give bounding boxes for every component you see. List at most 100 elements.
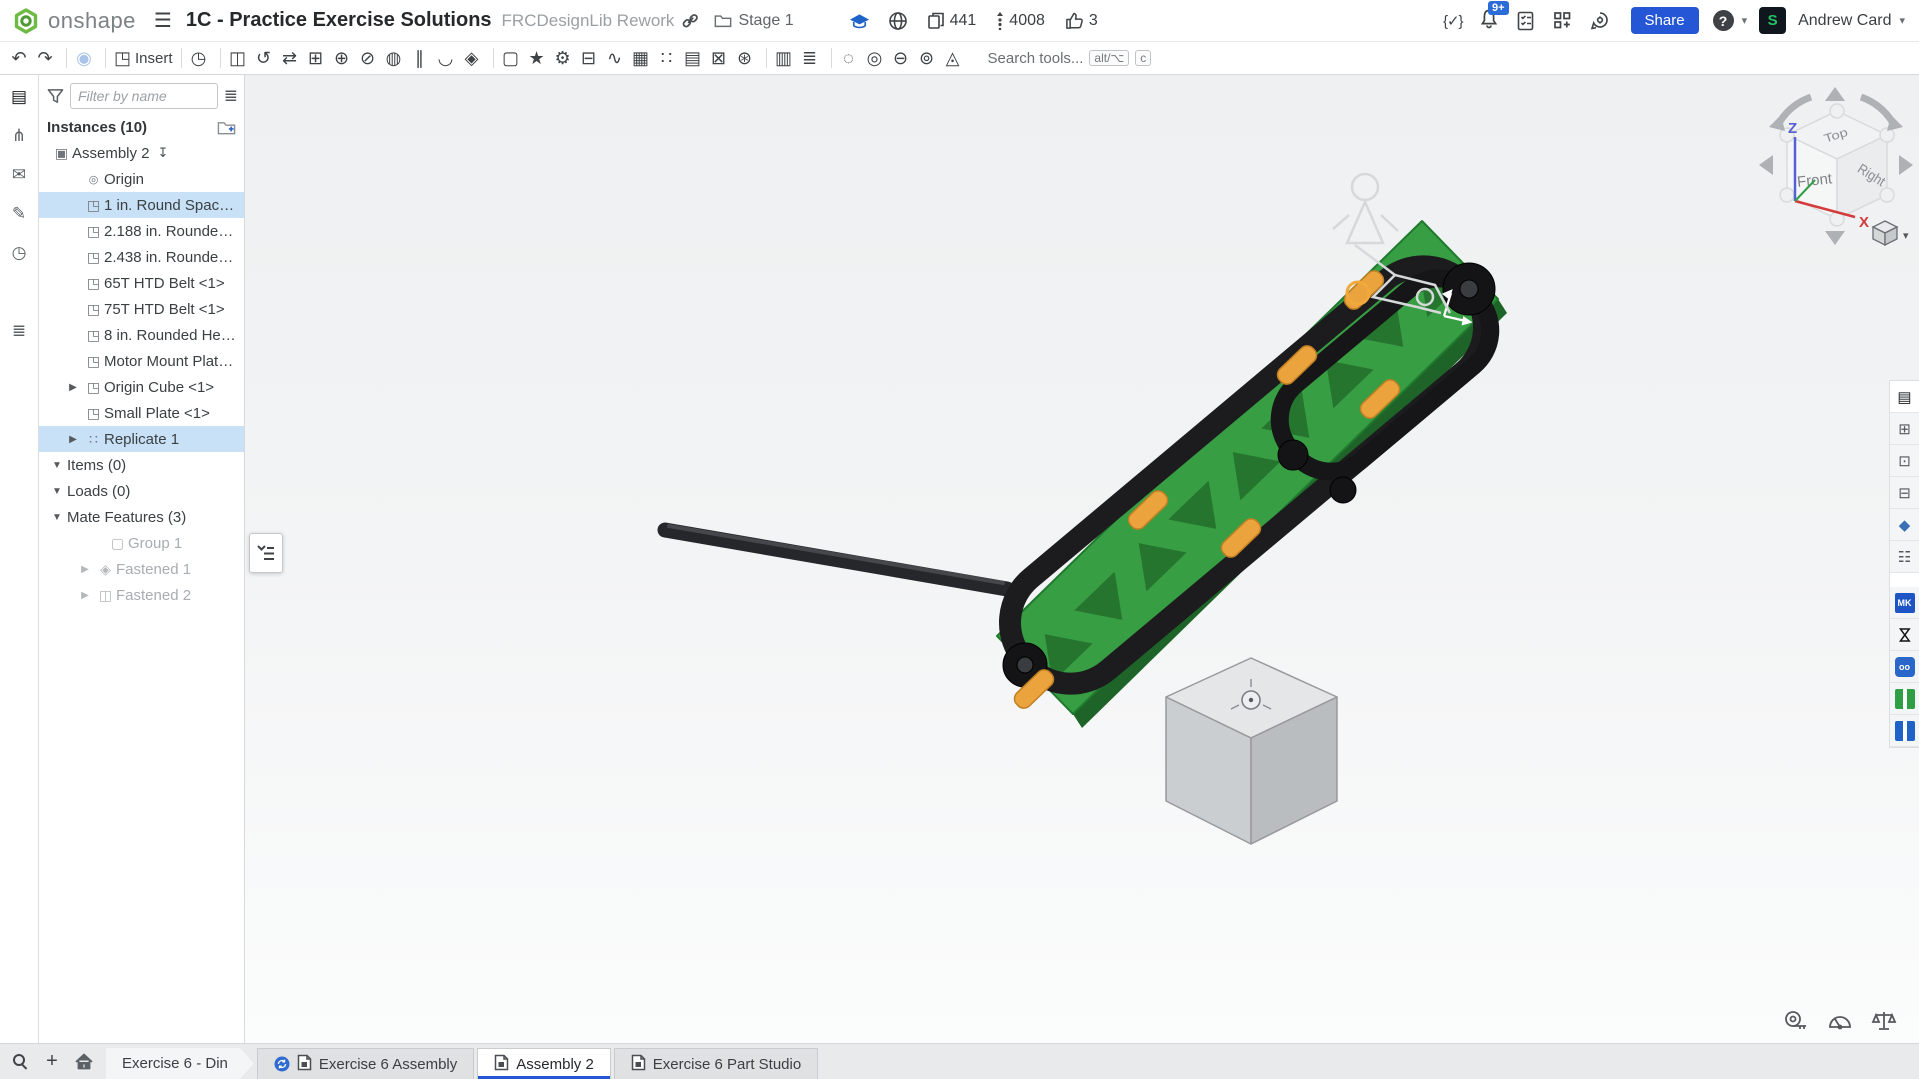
tree-row[interactable]: ▣ Assembly 2 ↧: [39, 140, 244, 166]
ai-advisor-icon[interactable]: [1590, 11, 1610, 31]
avatar[interactable]: S: [1759, 7, 1786, 34]
document-tab[interactable]: Exercise 6 Part Studio: [614, 1048, 818, 1079]
hex-shaft[interactable]: [665, 526, 1007, 589]
expand-chevron-icon[interactable]: ▼: [47, 512, 67, 523]
apps-grid-icon[interactable]: [1553, 11, 1572, 30]
release-notes-icon[interactable]: [1516, 11, 1535, 31]
versions-history-icon[interactable]: ⋔: [7, 124, 31, 148]
tree-row[interactable]: ▶ ∷ Replicate 1: [39, 426, 244, 452]
tree-row[interactable]: ◳ 65T HTD Belt <1>: [39, 270, 244, 296]
shortcut-keys-icon[interactable]: ☷: [1890, 541, 1919, 573]
parallel-mate-icon[interactable]: ∥: [409, 45, 435, 71]
mate-relation-icon[interactable]: ★: [526, 45, 552, 71]
replicate-icon[interactable]: ∷: [656, 45, 682, 71]
tree-row[interactable]: ◳ Motor Mount Plate <1>: [39, 348, 244, 374]
tree-row[interactable]: ▶ ◳ Origin Cube <1>: [39, 374, 244, 400]
cylindrical-mate-icon[interactable]: ⊕: [331, 45, 357, 71]
app-book-green-icon[interactable]: [1890, 683, 1919, 715]
planar-mate-icon[interactable]: ⊞: [305, 45, 331, 71]
scale-icon[interactable]: [1871, 1009, 1897, 1033]
structure-edit-icon[interactable]: ≣: [799, 45, 825, 71]
learning-icon[interactable]: [849, 12, 870, 30]
circular-pattern-icon[interactable]: ⊛: [734, 45, 760, 71]
expand-chevron-icon[interactable]: ▶: [63, 434, 83, 445]
release-management-icon[interactable]: ✎: [7, 202, 31, 226]
filter-funnel-icon[interactable]: [47, 88, 64, 104]
part-dimensions-icon[interactable]: ⊡: [1890, 445, 1919, 477]
copies-stat[interactable]: 441: [927, 11, 977, 30]
tree-row[interactable]: ◳ Small Plate <1>: [39, 400, 244, 426]
view-options-cube-icon[interactable]: [1873, 221, 1897, 245]
group-icon[interactable]: ▢: [500, 45, 526, 71]
named-positions-icon[interactable]: ◷: [188, 45, 214, 71]
configurations-panel-icon[interactable]: ⊞: [1890, 413, 1919, 445]
tree-row[interactable]: ▢ Group 1: [39, 530, 244, 556]
undo-icon[interactable]: ↶: [8, 45, 34, 71]
new-folder-icon[interactable]: [217, 120, 236, 136]
new-tab-button[interactable]: +: [36, 1043, 68, 1079]
tree-row[interactable]: ◳ 1 in. Round Spacer <1>: [39, 192, 244, 218]
show-mates-icon[interactable]: ◎: [864, 45, 890, 71]
expand-chevron-icon[interactable]: ▶: [63, 382, 83, 393]
public-globe-icon[interactable]: [888, 11, 908, 31]
pin-slot-mate-icon[interactable]: ⊘: [357, 45, 383, 71]
protractor-icon[interactable]: [1827, 1009, 1853, 1033]
fastened-mate-icon[interactable]: ◫: [227, 45, 253, 71]
tree-row[interactable]: ◳ 8 in. Rounded Hex Sha...: [39, 322, 244, 348]
expand-chevron-icon[interactable]: ▶: [75, 590, 95, 601]
versions-stat[interactable]: 4008: [996, 11, 1045, 30]
redo-icon[interactable]: ↷: [34, 45, 60, 71]
bom-icon[interactable]: ▥: [773, 45, 799, 71]
rack-pinion-relation-icon[interactable]: ⊟: [578, 45, 604, 71]
tasks-icon[interactable]: {✓}: [1443, 12, 1463, 30]
show-mate-connectors-icon[interactable]: ◌: [838, 45, 864, 71]
section-view-icon[interactable]: ⊚: [916, 45, 942, 71]
app-mk-icon[interactable]: MK: [1890, 587, 1919, 619]
view-options-caret-icon[interactable]: ▾: [1903, 230, 1909, 242]
tangent-mate-icon[interactable]: ◡: [435, 45, 461, 71]
onshape-logo[interactable]: onshape: [12, 7, 136, 35]
isolate-icon[interactable]: ◬: [942, 45, 968, 71]
edit-history-icon[interactable]: ◷: [7, 241, 31, 265]
workspace-location[interactable]: Stage 1: [714, 12, 793, 30]
document-tab[interactable]: Assembly 2: [477, 1048, 611, 1079]
filter-input[interactable]: [70, 83, 218, 109]
expand-chevron-icon[interactable]: ▶: [75, 564, 95, 575]
assembly-3d-view[interactable]: [245, 75, 1919, 1043]
mate-connector-icon[interactable]: ◈: [461, 45, 487, 71]
tree-row[interactable]: ◳ 75T HTD Belt <1>: [39, 296, 244, 322]
bom-panel-icon[interactable]: ▤: [1890, 381, 1919, 413]
tree-row[interactable]: ◳ 2.188 in. Rounded Hex...: [39, 218, 244, 244]
slider-mate-icon[interactable]: ⇄: [279, 45, 305, 71]
expand-chevron-icon[interactable]: ▼: [47, 460, 67, 471]
panels-toggle-icon[interactable]: ▤: [7, 85, 31, 109]
app-book-blue-icon[interactable]: [1890, 715, 1919, 747]
search-document-icon[interactable]: [7, 280, 31, 304]
green-plate[interactable]: [997, 221, 1507, 728]
tree-row[interactable]: ▶ ◫ Fastened 2: [39, 582, 244, 608]
sketch-dimensions-icon[interactable]: ⊟: [1890, 477, 1919, 509]
user-menu-caret-icon[interactable]: ▾: [1899, 14, 1905, 27]
app-robot-icon[interactable]: oo: [1890, 651, 1919, 683]
document-tab[interactable]: Exercise 6 Assembly: [257, 1048, 474, 1079]
properties-list-icon[interactable]: ≣: [7, 319, 31, 343]
likes-stat[interactable]: 3: [1065, 11, 1098, 30]
tree-row[interactable]: ▼ Mate Features (3): [39, 504, 244, 530]
tree-flyout-button[interactable]: [249, 533, 283, 573]
home-button[interactable]: [68, 1043, 100, 1079]
graphics-area[interactable]: Top Front Right: [245, 75, 1919, 1043]
tree-row[interactable]: ◳ 2.438 in. Rounded Hex...: [39, 244, 244, 270]
belt-relation-icon[interactable]: ▦: [630, 45, 656, 71]
search-tools[interactable]: Search tools... alt/⌥ c: [988, 50, 1152, 67]
screw-relation-icon[interactable]: ∿: [604, 45, 630, 71]
hide-mates-icon[interactable]: ⊖: [890, 45, 916, 71]
view-cube[interactable]: Top Front Right: [1755, 83, 1917, 251]
comments-icon[interactable]: ✉: [7, 163, 31, 187]
gear-relation-icon[interactable]: ⚙: [552, 45, 578, 71]
tape-measure-icon[interactable]: [1783, 1009, 1809, 1033]
pattern-icon[interactable]: ▤: [682, 45, 708, 71]
app-gem-icon[interactable]: ◆: [1890, 509, 1919, 541]
link-icon[interactable]: [681, 12, 699, 30]
expand-chevron-icon[interactable]: ▼: [47, 486, 67, 497]
tree-row[interactable]: ◎ Origin: [39, 166, 244, 192]
